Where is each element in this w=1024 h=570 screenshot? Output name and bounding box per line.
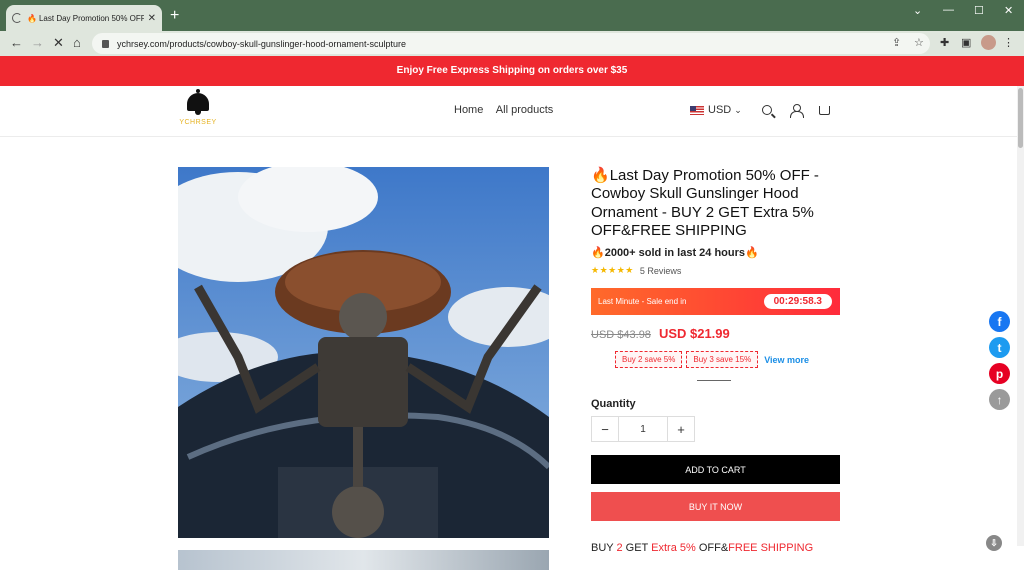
bell-logo-icon — [187, 89, 209, 115]
loading-icon — [12, 13, 22, 23]
currency-selector[interactable]: USD ⌄ — [690, 104, 742, 116]
coupon-buy-2[interactable]: Buy 2 save 5% — [615, 351, 683, 369]
site-header: YCHRSEY Home All products USD ⌄ — [0, 86, 1024, 137]
profile-avatar[interactable] — [981, 35, 996, 50]
star-rating-icon: ★★★★★ — [591, 265, 634, 276]
promo-part: OFF& — [695, 542, 729, 555]
extensions-icon[interactable]: ✚ — [940, 36, 949, 49]
search-icon[interactable] — [762, 105, 772, 115]
thumbnail-strip[interactable] — [178, 550, 549, 570]
product-title: 🔥Last Day Promotion 50% OFF - Cowboy Sku… — [591, 167, 841, 240]
buy-now-button[interactable]: BUY IT NOW — [591, 492, 840, 522]
logo-text: YCHRSEY — [179, 119, 217, 126]
bundle-promo-text: BUY 2 GET Extra 5% OFF&FREE SHIPPING — [591, 542, 841, 554]
divider — [697, 380, 731, 382]
bookmark-star-icon[interactable]: ☆ — [914, 36, 924, 49]
facebook-share-icon[interactable]: f — [989, 311, 1010, 332]
product-image[interactable] — [178, 167, 549, 538]
forward-icon[interactable]: → — [31, 35, 44, 51]
browser-tabstrip: 🔥 Last Day Promotion 50% OFF ✕ + ⌄ — ☐ ✕ — [0, 0, 1024, 31]
countdown-timer: 00:29:58.3 — [763, 294, 832, 310]
quantity-stepper: − 1 + — [591, 416, 695, 443]
new-tab-button[interactable]: + — [170, 7, 179, 25]
decrease-quantity-button[interactable]: − — [592, 417, 618, 441]
nav-all-products[interactable]: All products — [496, 104, 553, 116]
increase-quantity-button[interactable]: + — [668, 417, 694, 441]
nav-home[interactable]: Home — [454, 104, 483, 116]
quantity-input[interactable]: 1 — [618, 417, 668, 442]
share-icon[interactable]: ⇪ — [892, 36, 901, 49]
address-bar[interactable]: ychrsey.com/products/cowboy-skull-gunsli… — [92, 33, 930, 54]
product-page: 🔥Last Day Promotion 50% OFF - Cowboy Sku… — [0, 137, 1024, 570]
bundle-offers: Buy 2 save 5% Buy 3 save 15% View more — [615, 351, 841, 369]
chat-widget-icon[interactable]: ⇩ — [986, 535, 1002, 551]
site-logo[interactable]: YCHRSEY — [178, 89, 218, 131]
browser-toolbar: ← → ✕ ⌂ ychrsey.com/products/cowboy-skul… — [0, 31, 1024, 56]
scrollbar-thumb[interactable] — [1018, 88, 1023, 148]
minimize-button[interactable]: — — [943, 4, 954, 16]
sale-countdown: Last Minute - Sale end in 00:29:58.3 — [591, 288, 840, 316]
rating-row[interactable]: ★★★★★ 5 Reviews — [591, 265, 841, 276]
tab-search-icon[interactable]: ⌄ — [913, 4, 922, 17]
page-scrollbar[interactable] — [1017, 86, 1024, 546]
stop-loading-icon[interactable]: ✕ — [53, 35, 64, 51]
fire-icon: 🔥 — [27, 13, 37, 23]
chevron-down-icon: ⌄ — [734, 104, 742, 115]
promo-part: Extra 5% — [651, 542, 696, 555]
us-flag-icon — [690, 105, 704, 115]
fire-icon: 🔥 — [591, 167, 610, 184]
product-title-text: Last Day Promotion 50% OFF - Cowboy Skul… — [591, 167, 819, 239]
fire-icon: 🔥 — [591, 247, 605, 260]
promo-part: BUY — [591, 542, 617, 555]
lock-icon — [102, 39, 109, 48]
view-more-link[interactable]: View more — [764, 355, 809, 365]
back-icon[interactable]: ← — [10, 35, 23, 51]
sale-price: USD $21.99 — [658, 326, 730, 342]
back-to-top-icon[interactable]: ↑ — [989, 389, 1010, 410]
coupon-buy-3[interactable]: Buy 3 save 15% — [686, 351, 759, 369]
pinterest-share-icon[interactable]: p — [989, 363, 1010, 384]
add-to-cart-button[interactable]: ADD TO CART — [591, 455, 840, 485]
product-details: 🔥Last Day Promotion 50% OFF - Cowboy Sku… — [591, 167, 841, 554]
side-panel-icon[interactable]: ▣ — [961, 36, 971, 49]
chrome-menu-icon[interactable]: ⋮ — [1003, 36, 1014, 49]
fire-icon: 🔥 — [745, 247, 759, 260]
browser-tab[interactable]: 🔥 Last Day Promotion 50% OFF ✕ — [6, 5, 162, 31]
main-nav: Home All products — [454, 104, 563, 116]
countdown-label: Last Minute - Sale end in — [598, 297, 687, 307]
maximize-button[interactable]: ☐ — [974, 4, 984, 17]
account-icon[interactable] — [790, 104, 804, 118]
url-text: ychrsey.com/products/cowboy-skull-gunsli… — [117, 38, 406, 49]
promo-part: GET — [622, 542, 652, 555]
sold-count: 🔥2000+ sold in last 24 hours🔥 — [591, 246, 841, 259]
promo-part: FREE SHIPPING — [728, 542, 814, 555]
currency-label: USD — [708, 104, 732, 116]
promo-banner: Enjoy Free Express Shipping on orders ov… — [0, 56, 1024, 86]
skull-sculpture-photo — [178, 167, 549, 538]
cart-icon[interactable] — [819, 106, 830, 115]
home-icon[interactable]: ⌂ — [73, 35, 81, 51]
tab-title: Last Day Promotion 50% OFF — [38, 13, 144, 23]
price-row: USD $43.98 USD $21.99 — [591, 326, 841, 341]
sold-text: 2000+ sold in last 24 hours — [604, 247, 746, 260]
twitter-share-icon[interactable]: t — [989, 337, 1010, 358]
tab-close-icon[interactable]: ✕ — [148, 13, 156, 24]
compare-price: USD $43.98 — [591, 329, 651, 342]
quantity-label: Quantity — [591, 398, 636, 411]
review-count[interactable]: 5 Reviews — [640, 266, 682, 276]
close-window-button[interactable]: ✕ — [1004, 4, 1013, 17]
